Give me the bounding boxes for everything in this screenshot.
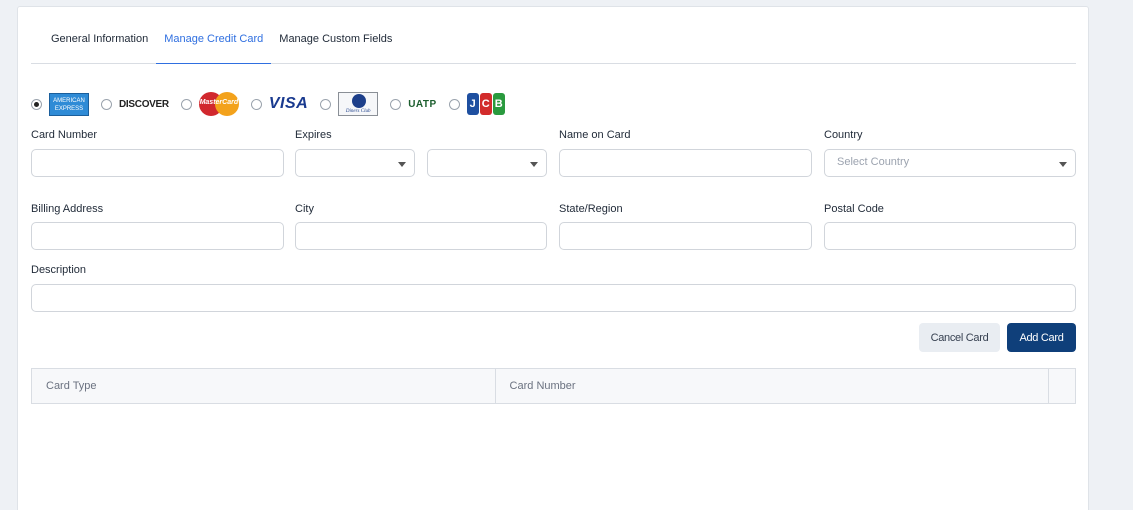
chevron-down-icon <box>398 162 406 167</box>
jcb-logo-icon: JCB <box>466 93 506 115</box>
card-type-radio-jcb[interactable] <box>448 98 460 110</box>
card-type-radio-amex[interactable] <box>31 98 42 110</box>
postal-code-input[interactable] <box>824 222 1076 250</box>
diners-logo-text: Diners Club <box>345 109 371 114</box>
billing-address-label: Billing Address <box>31 203 104 215</box>
card-type-radio-mastercard[interactable] <box>180 98 192 110</box>
mastercard-logo-text: MasterCard <box>199 99 239 106</box>
diners-club-logo-icon: Diners Club <box>338 92 379 116</box>
billing-address-input[interactable] <box>31 222 284 250</box>
description-input[interactable] <box>31 284 1076 312</box>
uatp-logo-text: UATP <box>408 98 437 110</box>
country-select[interactable]: Select Country <box>824 149 1076 177</box>
country-placeholder: Select Country <box>837 156 910 168</box>
chevron-down-icon <box>1059 162 1067 167</box>
tab-manage-credit-card[interactable]: Manage Credit Card <box>156 7 272 64</box>
tab-general-information[interactable]: General Information <box>31 7 156 64</box>
column-header-card-type[interactable]: Card Type <box>32 369 496 403</box>
city-label: City <box>295 203 314 215</box>
description-label: Description <box>31 264 87 276</box>
expires-month-select[interactable] <box>295 149 415 177</box>
column-header-actions <box>1049 369 1075 403</box>
card-type-radio-uatp[interactable] <box>390 98 402 110</box>
name-on-card-label: Name on Card <box>559 129 631 141</box>
tab-manage-custom-fields[interactable]: Manage Custom Fields <box>271 7 400 64</box>
card-type-radio-diners[interactable] <box>320 98 332 110</box>
card-number-input[interactable] <box>31 149 284 177</box>
city-input[interactable] <box>295 222 547 250</box>
discover-logo-text: DISCOVER <box>119 98 169 110</box>
card-type-radio-discover[interactable] <box>101 98 112 110</box>
mastercard-logo-icon: MasterCard <box>198 92 239 116</box>
chevron-down-icon <box>530 162 538 167</box>
name-on-card-input[interactable] <box>559 149 812 177</box>
expires-label: Expires <box>295 129 332 141</box>
uatp-logo-icon: UATP <box>408 99 436 110</box>
visa-logo-icon: VISA <box>269 95 308 113</box>
column-header-card-number[interactable]: Card Number <box>496 369 1050 403</box>
state-region-input[interactable] <box>559 222 812 250</box>
cancel-card-button[interactable]: Cancel Card <box>919 323 1000 352</box>
card-number-label: Card Number <box>31 129 98 141</box>
amex-logo-text: AMERICAN EXPRESS <box>49 92 89 116</box>
credit-card-panel: General Information Manage Credit Card M… <box>17 6 1089 510</box>
discover-logo-icon: DISCOVER <box>119 99 169 110</box>
expires-year-select[interactable] <box>427 149 547 177</box>
tab-bar: General Information Manage Credit Card M… <box>31 7 1076 64</box>
cards-table-header: Card Type Card Number <box>31 368 1076 404</box>
add-card-button[interactable]: Add Card <box>1007 323 1076 352</box>
amex-logo-icon: AMERICAN EXPRESS <box>49 92 89 116</box>
country-label: Country <box>824 129 863 141</box>
card-type-selector: AMERICAN EXPRESS DISCOVER MasterCard VIS… <box>31 92 518 116</box>
card-type-radio-visa[interactable] <box>250 98 262 110</box>
visa-logo-text: VISA <box>268 95 309 112</box>
postal-code-label: Postal Code <box>824 203 884 215</box>
state-region-label: State/Region <box>559 203 623 215</box>
